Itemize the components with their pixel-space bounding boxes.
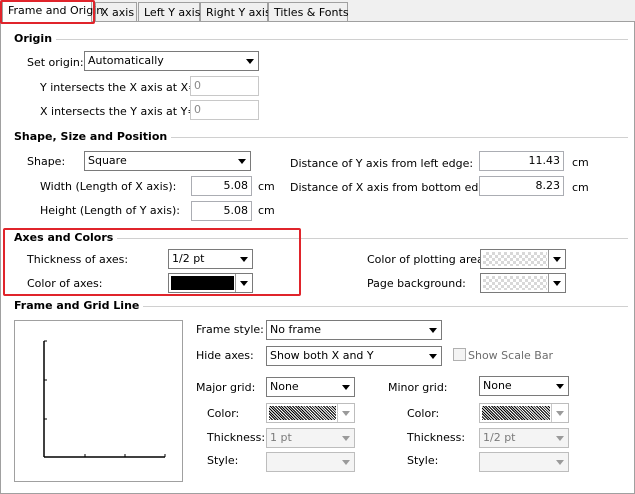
chevron-down-icon	[342, 436, 350, 441]
x-intersects-label: X intersects the Y axis at Y=	[40, 105, 197, 118]
thickness-axes-select[interactable]: 1/2 pt	[168, 249, 253, 269]
major-grid-value: None	[270, 380, 299, 393]
set-origin-value: Automatically	[88, 54, 164, 67]
minor-grid-select[interactable]: None	[479, 376, 569, 396]
thickness-axes-value: 1/2 pt	[172, 252, 205, 265]
shape-value: Square	[88, 154, 127, 167]
chevron-down-icon	[553, 281, 561, 286]
major-style-label: Style:	[207, 454, 239, 467]
chevron-down-icon	[429, 354, 437, 359]
y-intersects-input[interactable]: 0	[190, 76, 259, 96]
tab-frame-and-origin[interactable]: Frame and Origin	[2, 0, 103, 23]
set-origin-label: Set origin:	[27, 56, 84, 69]
width-input[interactable]: 5.08	[191, 176, 252, 196]
dist-left-label: Distance of Y axis from left edge:	[290, 157, 474, 170]
plot-area-color-picker[interactable]	[480, 249, 566, 269]
major-color-label: Color:	[207, 407, 240, 420]
show-scale-bar-checkbox[interactable]	[453, 348, 466, 361]
dist-bottom-input[interactable]: 8.23	[479, 176, 564, 196]
dist-left-input[interactable]: 11.43	[479, 151, 564, 171]
axes-section-title: Axes and Colors	[14, 231, 118, 244]
frame-preview	[14, 320, 183, 482]
chevron-down-icon	[342, 411, 350, 416]
major-color-dropdown[interactable]	[337, 404, 354, 422]
dist-bottom-label: Distance of X axis from bottom edge:	[290, 181, 496, 194]
origin-divider	[14, 39, 628, 40]
minor-grid-label: Minor grid:	[388, 381, 448, 394]
minor-color-dropdown[interactable]	[551, 404, 568, 422]
page-bg-color-picker[interactable]	[480, 273, 566, 293]
chevron-down-icon	[556, 436, 564, 441]
height-input[interactable]: 5.08	[191, 201, 252, 221]
hide-axes-label: Hide axes:	[196, 349, 254, 362]
frame-style-value: No frame	[270, 323, 322, 336]
tab-titles-fonts[interactable]: Titles & Fonts	[268, 2, 349, 22]
frame-style-select[interactable]: No frame	[266, 320, 442, 340]
major-grid-select[interactable]: None	[266, 377, 355, 397]
major-thickness-value: 1 pt	[270, 431, 292, 444]
thickness-axes-label: Thickness of axes:	[27, 253, 129, 266]
width-label: Width (Length of X axis):	[40, 180, 177, 193]
frame-section-title: Frame and Grid Line	[14, 299, 144, 312]
page-bg-label: Page background:	[367, 277, 466, 290]
page-bg-dropdown[interactable]	[548, 274, 565, 292]
chevron-down-icon	[240, 281, 248, 286]
chevron-down-icon	[556, 384, 564, 389]
minor-color-swatch	[482, 406, 550, 420]
major-color-picker[interactable]	[266, 403, 355, 423]
height-label: Height (Length of Y axis):	[40, 204, 180, 217]
chevron-down-icon	[342, 385, 350, 390]
color-axes-picker[interactable]	[168, 273, 253, 293]
chevron-down-icon	[238, 159, 246, 164]
color-axes-swatch	[171, 276, 234, 290]
chevron-down-icon	[556, 411, 564, 416]
minor-color-picker[interactable]	[479, 403, 569, 423]
dist-bottom-unit: cm	[572, 181, 589, 194]
dist-left-unit: cm	[572, 156, 589, 169]
chevron-down-icon	[240, 257, 248, 262]
hide-axes-value: Show both X and Y	[270, 349, 374, 362]
color-axes-label: Color of axes:	[27, 277, 103, 290]
chevron-down-icon	[556, 460, 564, 465]
plot-area-swatch	[483, 252, 547, 266]
tab-right-y-axis[interactable]: Right Y axis	[200, 2, 271, 22]
minor-thickness-value: 1/2 pt	[483, 431, 516, 444]
chevron-down-icon	[553, 257, 561, 262]
major-thickness-label: Thickness:	[207, 431, 266, 444]
major-color-swatch	[269, 406, 336, 420]
plot-area-dropdown[interactable]	[548, 250, 565, 268]
show-scale-bar-label: Show Scale Bar	[468, 349, 554, 362]
axes-preview-graphic	[43, 340, 166, 458]
tab-left-y-axis[interactable]: Left Y axis	[138, 2, 200, 22]
minor-style-label: Style:	[407, 454, 439, 467]
minor-color-label: Color:	[407, 407, 440, 420]
shape-section-title: Shape, Size and Position	[14, 130, 172, 143]
page-bg-swatch	[483, 276, 547, 290]
plot-area-color-label: Color of plotting area:	[367, 253, 488, 266]
major-grid-label: Major grid:	[196, 381, 256, 394]
height-unit: cm	[258, 204, 275, 217]
major-thickness-select[interactable]: 1 pt	[266, 428, 355, 448]
set-origin-select[interactable]: Automatically	[84, 51, 259, 71]
color-axes-dropdown[interactable]	[235, 274, 252, 292]
width-unit: cm	[258, 180, 275, 193]
minor-style-select[interactable]	[479, 452, 569, 472]
minor-thickness-select[interactable]: 1/2 pt	[479, 428, 569, 448]
minor-thickness-label: Thickness:	[407, 431, 466, 444]
chevron-down-icon	[429, 328, 437, 333]
hide-axes-select[interactable]: Show both X and Y	[266, 346, 442, 366]
y-intersects-label: Y intersects the X axis at X=	[40, 81, 198, 94]
minor-grid-value: None	[483, 379, 512, 392]
chevron-down-icon	[342, 460, 350, 465]
shape-select[interactable]: Square	[84, 151, 251, 171]
frame-style-label: Frame style:	[196, 323, 264, 336]
origin-section-title: Origin	[14, 32, 57, 45]
x-intersects-input[interactable]: 0	[190, 100, 259, 120]
major-style-select[interactable]	[266, 452, 355, 472]
chevron-down-icon	[246, 59, 254, 64]
shape-label: Shape:	[27, 155, 66, 168]
